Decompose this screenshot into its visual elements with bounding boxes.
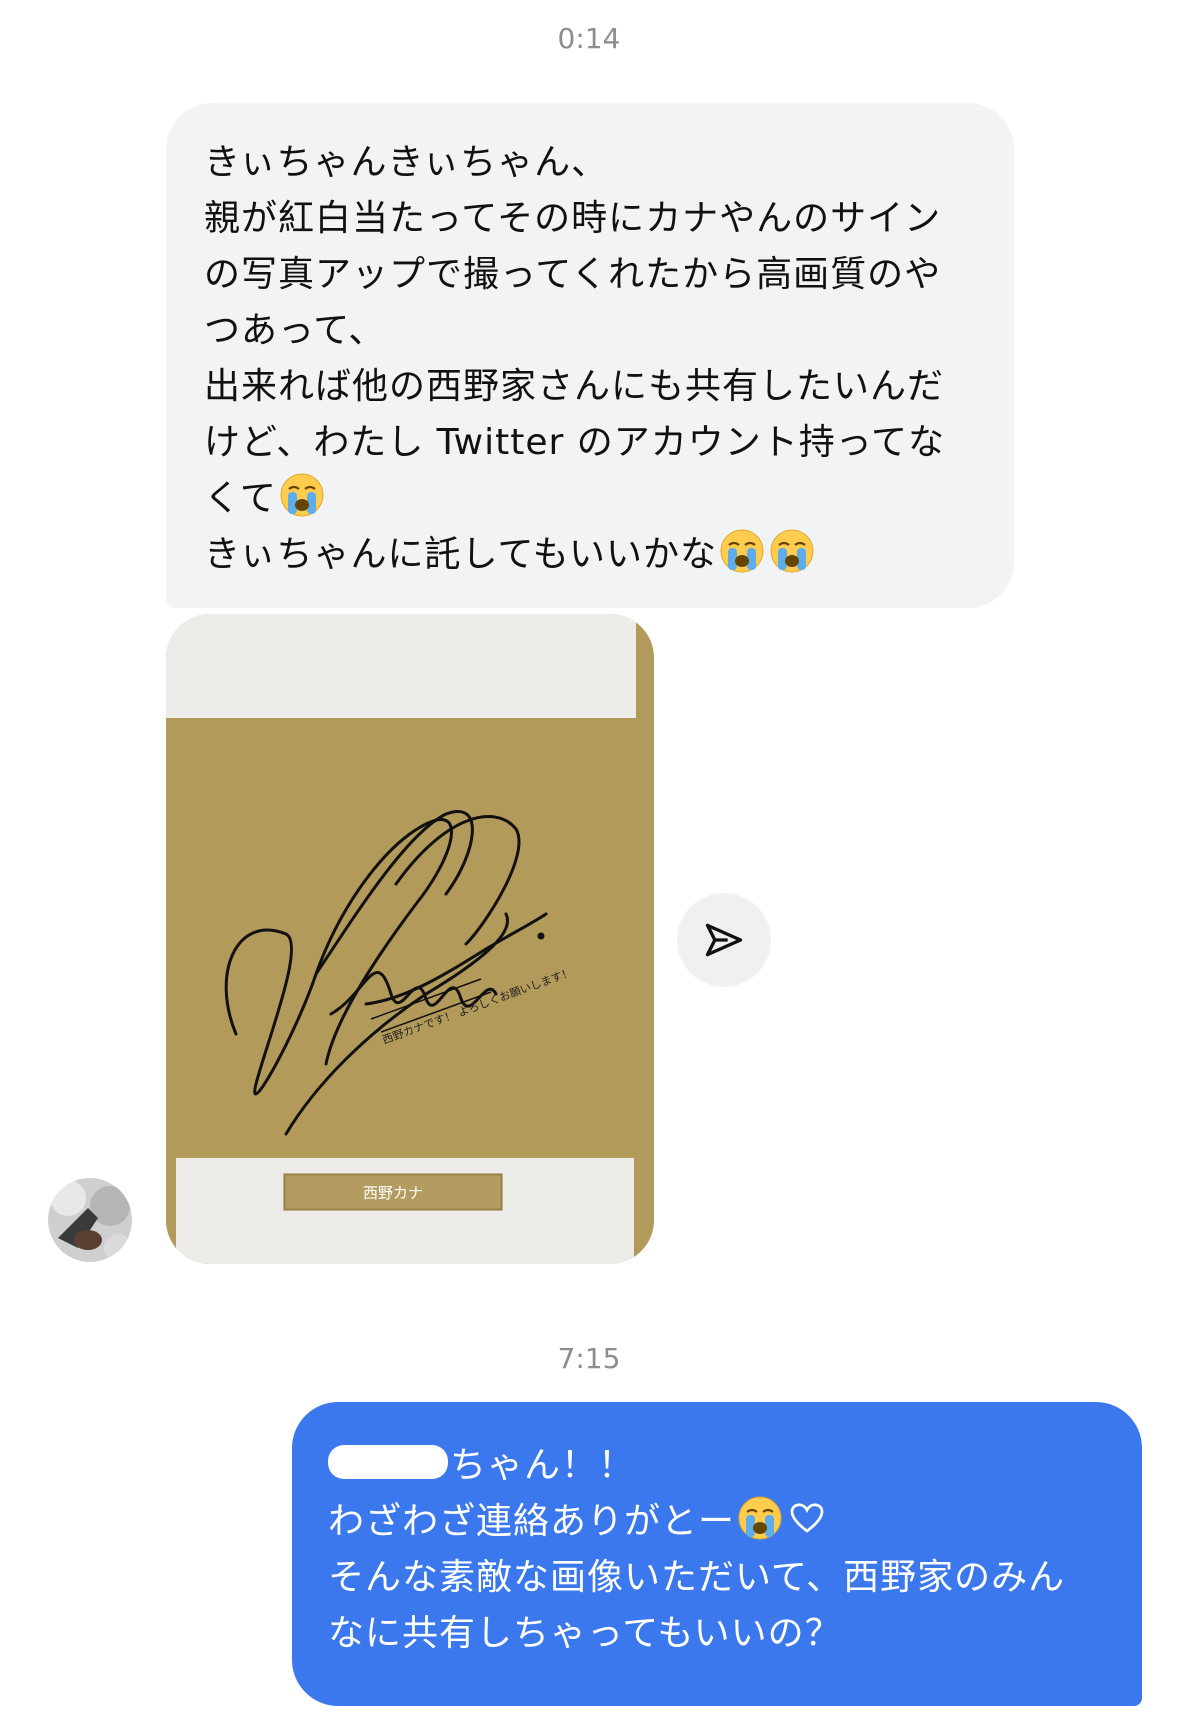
crying-face-emoji-icon	[279, 472, 325, 518]
timestamp: 0:14	[557, 22, 621, 55]
message-line: つあって、	[204, 310, 386, 351]
timestamp: 7:15	[557, 1342, 621, 1375]
message-line: の写真アップで撮ってくれたから高画質のや	[204, 254, 942, 295]
crying-face-emoji-icon	[719, 528, 765, 574]
message-line: そんな素敵な画像いただいて、西野家のみん	[328, 1557, 1066, 1598]
message-line-with-emoji: わざわざ連絡ありがとー	[328, 1494, 1112, 1550]
message-line-with-emoji: くて	[204, 471, 978, 527]
message-line-with-emoji: きぃちゃんに託してもいいかな	[204, 527, 978, 583]
nameplate-text: 西野カナ	[363, 1185, 423, 1202]
crying-face-emoji-icon	[737, 1495, 783, 1541]
outgoing-message-bubble[interactable]: ちゃん！！ わざわざ連絡ありがとー そんな素敵な画像いただいて、西野家のみん な…	[292, 1402, 1142, 1706]
message-line: きぃちゃんきぃちゃん、	[204, 142, 609, 183]
signature-image: 西野カナです！ よろしくお願いします！ 西野カナ	[166, 614, 654, 1264]
incoming-message-bubble[interactable]: きぃちゃんきぃちゃん、 親が紅白当たってその時にカナやんのサイン の写真アップで…	[166, 103, 1014, 608]
redacted-name-mark	[328, 1445, 448, 1479]
heart-outline-icon	[790, 1503, 824, 1533]
signed-board-photo[interactable]: 西野カナです！ よろしくお願いします！ 西野カナ	[166, 614, 654, 1264]
share-button[interactable]	[677, 893, 771, 987]
avatar-image	[48, 1178, 132, 1262]
paper-plane-icon	[705, 923, 743, 957]
message-line-redacted: ちゃん！！	[328, 1438, 1112, 1494]
message-line: なに共有しちゃってもいいの？	[328, 1613, 842, 1654]
message-line: 出来れば他の西野家さんにも共有したいんだ	[204, 366, 945, 407]
crying-face-emoji-icon	[769, 528, 815, 574]
avatar[interactable]	[48, 1178, 132, 1262]
message-line: 親が紅白当たってその時にカナやんのサイン	[204, 198, 942, 239]
message-line: けど、わたし Twitter のアカウント持ってな	[204, 422, 945, 463]
